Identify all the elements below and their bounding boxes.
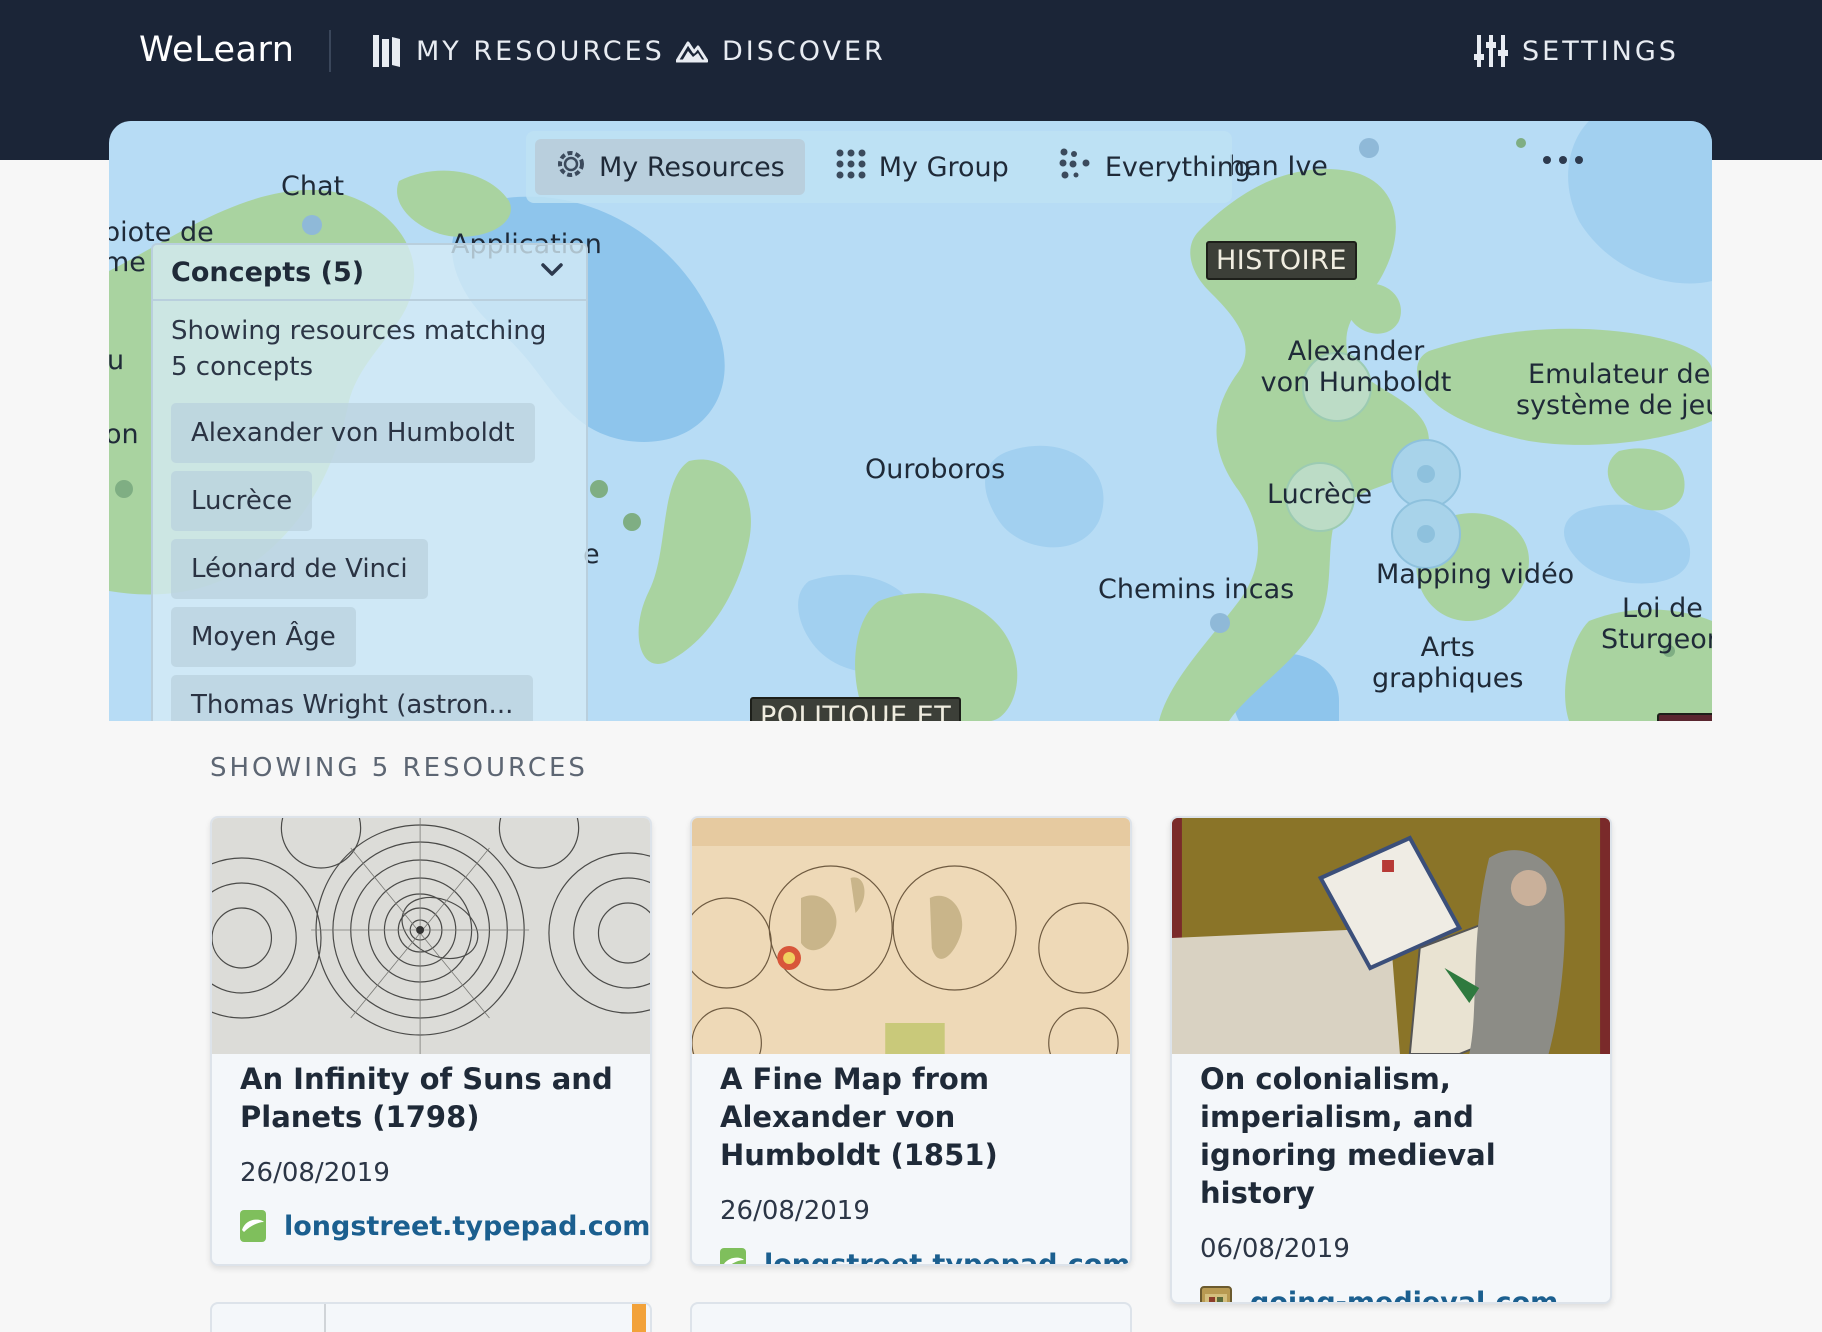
concept-chip[interactable]: Lucrèce	[171, 471, 313, 531]
resource-title[interactable]: An Infinity of Suns and Planets (1798)	[240, 1060, 622, 1136]
concept-chip[interactable]: Moyen Âge	[171, 607, 356, 667]
leaf-icon	[240, 1210, 266, 1242]
more-horizontal-icon[interactable]	[1543, 150, 1583, 170]
map-label-chat[interactable]: Chat	[281, 171, 344, 202]
map-label-line: von Humboldt	[1260, 367, 1452, 399]
nav-my-resources-label: MY RESOURCES	[416, 35, 665, 67]
resource-card[interactable]: A Fine Map from Alexander von Humboldt (…	[690, 816, 1132, 1266]
leaf-icon	[720, 1248, 746, 1264]
dots-grid-icon	[835, 148, 867, 187]
resources-count-heading: SHOWING 5 RESOURCES	[210, 753, 588, 783]
map-label-loi-de-sturgeon[interactable]: Loi de Sturgeon	[1601, 593, 1712, 655]
concept-chip[interactable]: Léonard de Vinci	[171, 539, 428, 599]
resource-card[interactable]	[690, 1302, 1132, 1332]
resource-date: 06/08/2019	[1200, 1234, 1350, 1264]
resource-thumbnail-medieval-manuscript	[1172, 818, 1610, 1054]
resource-source-link[interactable]: longstreet.typepad.com	[284, 1211, 650, 1242]
map-label-fragment[interactable]: me	[109, 247, 146, 278]
nav-my-resources[interactable]: MY RESOURCES	[372, 30, 665, 72]
map-label-line: Loi de	[1621, 593, 1703, 624]
map-label-line: graphiques	[1372, 663, 1524, 695]
resource-thumbnail-world-map	[692, 818, 1130, 1054]
resource-card[interactable]: An Infinity of Suns and Planets (1798) 2…	[210, 816, 652, 1266]
scope-my-group-button[interactable]: My Group	[815, 139, 1029, 195]
nav-settings[interactable]: SETTINGS	[1474, 30, 1679, 72]
resource-title[interactable]: On colonialism, imperialism, and ignorin…	[1200, 1060, 1582, 1212]
scope-everything-button[interactable]: Everything	[1039, 139, 1271, 195]
thumbnail-fragment	[632, 1304, 646, 1332]
resource-thumbnail-solar-system	[212, 818, 650, 1054]
map-label-line: Alexander	[1287, 336, 1425, 367]
map-label-line: Emulateur de	[1528, 359, 1711, 390]
dots-scatter-icon	[1059, 148, 1093, 187]
map-label-mapping-video[interactable]: Mapping vidéo	[1376, 559, 1574, 590]
map-tag-histoire[interactable]: HISTOIRE	[1206, 241, 1357, 280]
map-tag-partial[interactable]	[1657, 713, 1712, 721]
map-label-line: système de jeu	[1516, 390, 1712, 422]
scope-switch: My Resources My Group Everything	[526, 131, 1251, 203]
nav-discover[interactable]: DISCOVER	[676, 30, 886, 72]
concept-chip-list: Alexander von Humboldt Lucrèce Léonard d…	[153, 385, 586, 721]
map-label-arts-graphiques[interactable]: Arts graphiques	[1372, 632, 1523, 694]
resource-date: 26/08/2019	[240, 1158, 390, 1188]
scope-label: My Group	[878, 151, 1009, 183]
concepts-description: Showing resources matching 5 concepts	[171, 316, 547, 382]
resource-card[interactable]	[210, 1302, 652, 1332]
resource-card[interactable]: On colonialism, imperialism, and ignorin…	[1170, 816, 1612, 1304]
map-label-fragment[interactable]: u	[109, 345, 124, 376]
chevron-down-icon[interactable]	[540, 262, 564, 282]
sliders-icon	[1474, 34, 1508, 68]
scope-my-resources-button[interactable]: My Resources	[535, 139, 805, 195]
resource-source-link[interactable]: longstreet.typepad.com	[764, 1249, 1130, 1265]
mountain-icon	[676, 39, 708, 63]
concepts-panel-header[interactable]: Concepts (5)	[153, 245, 586, 301]
concept-chip[interactable]: Alexander von Humboldt	[171, 403, 535, 463]
nav-divider	[329, 30, 331, 72]
map-label-line: Arts	[1420, 632, 1475, 663]
map-tag-politique[interactable]: POLITIQUE ET	[750, 697, 962, 721]
resource-title[interactable]: A Fine Map from Alexander von Humboldt (…	[720, 1060, 1102, 1174]
concepts-title: Concepts (5)	[171, 256, 365, 288]
map-label-chemins-incas[interactable]: Chemins incas	[1098, 574, 1294, 605]
concepts-panel: Concepts (5) Showing resources matching …	[151, 243, 588, 721]
map-label-emulateur[interactable]: Emulateur de système de jeu	[1516, 359, 1712, 421]
books-icon	[372, 33, 402, 69]
map-label-line: Sturgeon	[1601, 624, 1712, 656]
resource-date: 26/08/2019	[720, 1196, 870, 1226]
thumbnail-fragment	[324, 1304, 326, 1332]
map-label-lucrece[interactable]: Lucrèce	[1267, 479, 1372, 510]
concept-chip[interactable]: Thomas Wright (astron...	[171, 675, 534, 721]
brand-logo[interactable]: WeLearn	[139, 30, 294, 70]
resource-source-link[interactable]: going-medieval.com	[1250, 1287, 1558, 1303]
gear-icon	[555, 148, 587, 187]
map-label-humboldt[interactable]: Alexander von Humboldt	[1256, 336, 1456, 398]
scope-label: My Resources	[599, 151, 785, 183]
map-label-ouroboros[interactable]: Ouroboros	[865, 454, 1005, 485]
nav-settings-label: SETTINGS	[1522, 35, 1679, 67]
scope-label: Everything	[1104, 151, 1251, 183]
map-label-fragment[interactable]: on	[109, 419, 139, 450]
gm-logo-icon	[1200, 1286, 1232, 1302]
nav-discover-label: DISCOVER	[722, 35, 886, 67]
